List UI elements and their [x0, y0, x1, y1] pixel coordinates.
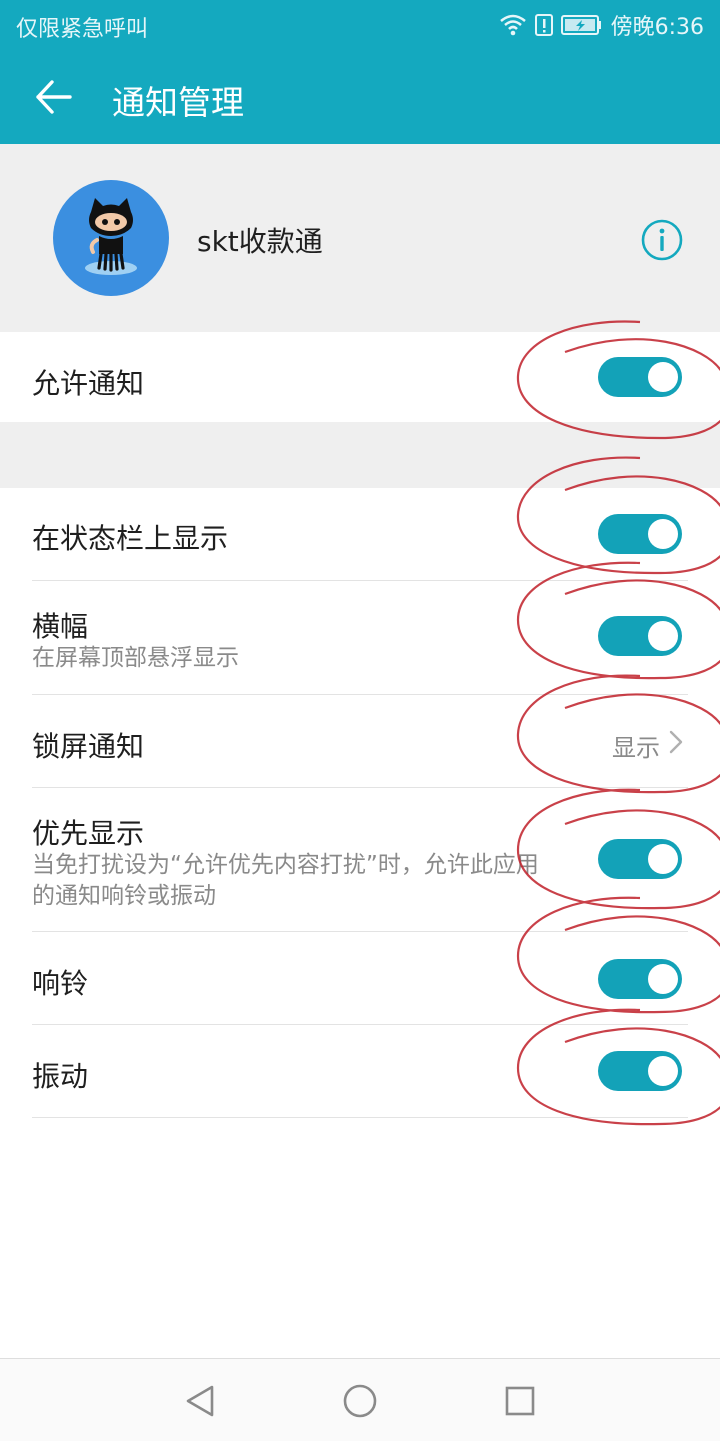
ring-toggle[interactable] [598, 959, 682, 999]
wifi-icon [499, 14, 526, 36]
octocat-avatar-icon [85, 198, 137, 275]
nav-home-button[interactable] [340, 1381, 380, 1421]
statusbar-display-row[interactable]: 在状态栏上显示 [0, 488, 720, 580]
statusbar-display-label: 在状态栏上显示 [32, 522, 229, 555]
app-info-button[interactable] [640, 218, 684, 262]
lockscreen-value: 显示 [612, 734, 660, 762]
recents-square-icon [505, 1386, 535, 1416]
lockscreen-row[interactable]: 锁屏通知 显示 [0, 695, 720, 787]
toggle-knob [648, 1056, 678, 1086]
app-avatar [53, 180, 169, 296]
nav-recents-button[interactable] [500, 1381, 540, 1421]
divider [32, 1117, 688, 1118]
vibrate-label: 振动 [32, 1060, 89, 1093]
carrier-text: 仅限紧急呼叫 [16, 17, 149, 42]
vibrate-toggle[interactable] [598, 1051, 682, 1091]
allow-notifications-toggle[interactable] [598, 357, 682, 397]
vibrate-row[interactable]: 振动 [0, 1025, 720, 1117]
banner-toggle[interactable] [598, 616, 682, 656]
status-icons: 傍晚6:36 [499, 9, 704, 41]
app-bar: 通知管理 [0, 50, 720, 144]
priority-description: 当免打扰设为“允许优先内容打扰”时，允许此应用的通知响铃或振动 [32, 852, 539, 909]
toggle-knob [648, 844, 678, 874]
banner-label: 横幅 [32, 610, 89, 643]
toggle-knob [648, 519, 678, 549]
priority-toggle[interactable] [598, 839, 682, 879]
app-name: skt收款通 [197, 225, 323, 258]
toggle-knob [648, 621, 678, 651]
clock-text: 傍晚6:36 [610, 15, 704, 40]
priority-row[interactable]: 优先显示 当免打扰设为“允许优先内容打扰”时，允许此应用的通知响铃或振动 [0, 788, 720, 931]
toggle-knob [648, 964, 678, 994]
navigation-bar [0, 1358, 720, 1441]
section-gap [0, 422, 720, 488]
app-header: skt收款通 [0, 144, 720, 332]
nav-back-button[interactable] [180, 1381, 220, 1421]
banner-description: 在屏幕顶部悬浮显示 [32, 645, 239, 671]
status-bar: 仅限紧急呼叫 傍晚6:36 [0, 0, 720, 50]
info-circle-icon [641, 219, 683, 261]
ring-row[interactable]: 响铃 [0, 932, 720, 1024]
statusbar-display-toggle[interactable] [598, 514, 682, 554]
back-triangle-icon [186, 1385, 214, 1417]
battery-charging-icon [560, 15, 601, 35]
page-title: 通知管理 [112, 83, 244, 122]
toggle-knob [648, 362, 678, 392]
arrow-left-icon [36, 80, 72, 114]
back-button[interactable] [30, 74, 80, 120]
chevron-right-icon [669, 730, 683, 754]
home-circle-icon [343, 1384, 377, 1418]
ring-label: 响铃 [32, 967, 89, 1000]
alert-icon [534, 14, 553, 36]
banner-row[interactable]: 横幅 在屏幕顶部悬浮显示 [0, 581, 720, 694]
priority-label: 优先显示 [32, 817, 145, 850]
lockscreen-label: 锁屏通知 [32, 730, 145, 763]
allow-notifications-row[interactable]: 允许通知 [0, 332, 720, 422]
allow-notifications-label: 允许通知 [32, 367, 145, 400]
